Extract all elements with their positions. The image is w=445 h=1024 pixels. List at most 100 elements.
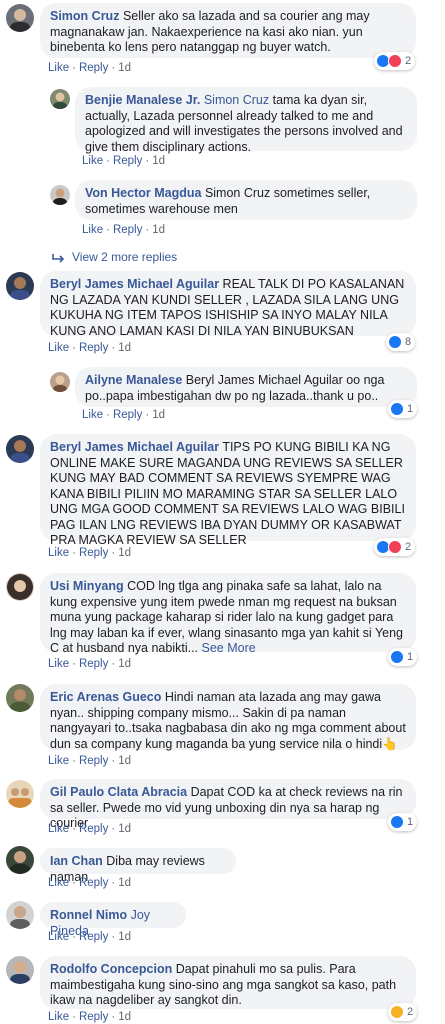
comment-bubble: Von Hector Magdua Simon Cruz sometimes s… <box>75 180 417 220</box>
comment-time[interactable]: 1d <box>118 547 131 559</box>
comment-author[interactable]: Ian Chan <box>50 854 103 868</box>
avatar[interactable] <box>6 901 34 929</box>
comment-bubble: Beryl James Michael Aguilar REAL TALK DI… <box>40 271 416 338</box>
like-button[interactable]: Like <box>48 658 69 670</box>
like-button[interactable]: Like <box>48 1011 69 1023</box>
comment-author[interactable]: Beryl James Michael Aguilar <box>50 277 219 291</box>
like-button[interactable]: Like <box>48 547 69 559</box>
avatar-image <box>53 188 67 205</box>
reaction-count[interactable]: 2 <box>374 538 416 556</box>
comment-author[interactable]: Benjie Manalese Jr. <box>85 93 200 107</box>
avatar[interactable] <box>6 846 34 874</box>
comment-time[interactable]: 1d <box>118 755 131 767</box>
reply-button[interactable]: Reply <box>79 823 108 835</box>
comment-author[interactable]: Ailyne Manalese <box>85 373 182 387</box>
like-reaction-icon <box>390 650 404 664</box>
reaction-count[interactable]: 1 <box>388 648 418 666</box>
avatar-image <box>10 906 30 929</box>
like-button[interactable]: Like <box>82 409 103 421</box>
like-reaction-icon <box>388 335 402 349</box>
comment-time[interactable]: 1d <box>118 1011 131 1023</box>
avatar-image <box>53 375 67 392</box>
like-button[interactable]: Like <box>48 877 69 889</box>
like-button[interactable]: Like <box>48 342 69 354</box>
comment-author[interactable]: Simon Cruz <box>50 9 119 23</box>
avatar[interactable] <box>6 573 34 601</box>
like-reaction-icon <box>390 815 404 829</box>
comment-time[interactable]: 1d <box>152 409 165 421</box>
reply-button[interactable]: Reply <box>79 1011 108 1023</box>
comment-author[interactable]: Usi Minyang <box>50 579 124 593</box>
like-button[interactable]: Like <box>82 155 103 167</box>
reply-button[interactable]: Reply <box>113 155 142 167</box>
like-button[interactable]: Like <box>48 823 69 835</box>
avatar[interactable] <box>50 185 70 205</box>
comment-bubble: Benjie Manalese Jr. Simon Cruz tama ka d… <box>75 87 417 154</box>
comment-bubble: Ailyne Manalese Beryl James Michael Agui… <box>75 367 417 407</box>
view-more-replies-link[interactable]: View 2 more replies <box>52 250 177 264</box>
reply-button[interactable]: Reply <box>79 658 108 670</box>
reply-button[interactable]: Reply <box>113 224 142 236</box>
comment-bubble: Rodolfo Concepcion Dapat pinahuli mo sa … <box>40 956 416 1009</box>
avatar-image <box>10 689 30 712</box>
comment-time[interactable]: 1d <box>118 62 131 74</box>
like-button[interactable]: Like <box>82 224 103 236</box>
avatar[interactable] <box>6 684 34 712</box>
reply-button[interactable]: Reply <box>79 547 108 559</box>
see-more-link[interactable]: See More <box>202 641 256 655</box>
comment-bubble: Ronnel Nimo Joy Pineda <box>40 902 186 938</box>
avatar[interactable] <box>50 89 70 109</box>
avatar-image <box>10 961 30 984</box>
comment-time[interactable]: 1d <box>118 823 131 835</box>
comment-bubble: Beryl James Michael Aguilar TIPS PO KUNG… <box>40 434 416 547</box>
avatar-image <box>10 851 30 874</box>
love-reaction-icon <box>388 540 402 554</box>
comment-time[interactable]: 1d <box>118 931 131 943</box>
reaction-count[interactable]: 8 <box>386 333 416 351</box>
avatar-image <box>10 440 30 463</box>
comment-text: TIPS PO KUNG BIBILI KA NG ONLINE MAKE SU… <box>50 440 405 547</box>
comment-author[interactable]: Beryl James Michael Aguilar <box>50 440 219 454</box>
like-reaction-icon <box>390 402 404 416</box>
like-button[interactable]: Like <box>48 62 69 74</box>
reaction-count[interactable]: 1 <box>388 400 418 418</box>
comment-author[interactable]: Rodolfo Concepcion <box>50 962 172 976</box>
avatar[interactable] <box>6 435 34 463</box>
avatar-image <box>10 9 30 32</box>
avatar[interactable] <box>6 780 34 808</box>
reply-arrow-icon <box>52 253 65 263</box>
reply-button[interactable]: Reply <box>79 755 108 767</box>
comment-time[interactable]: 1d <box>118 342 131 354</box>
comment-bubble: Usi Minyang COD lng tlga ang pinaka safe… <box>40 573 416 655</box>
reaction-count[interactable]: 2 <box>374 52 416 70</box>
like-button[interactable]: Like <box>48 931 69 943</box>
avatar[interactable] <box>6 956 34 984</box>
reaction-count[interactable]: 2 <box>388 1003 418 1021</box>
comment-bubble: Ian Chan Diba may reviews naman <box>40 848 236 884</box>
reply-button[interactable]: Reply <box>79 931 108 943</box>
like-button[interactable]: Like <box>48 755 69 767</box>
comment-author[interactable]: Ronnel Nimo <box>50 908 127 922</box>
love-reaction-icon <box>388 54 402 68</box>
avatar-image <box>7 574 33 600</box>
comment-time[interactable]: 1d <box>152 155 165 167</box>
reply-button[interactable]: Reply <box>79 877 108 889</box>
mention-link[interactable]: Simon Cruz <box>204 93 269 107</box>
comment-time[interactable]: 1d <box>118 658 131 670</box>
comment-time[interactable]: 1d <box>118 877 131 889</box>
avatar-image <box>53 92 67 109</box>
comment-author[interactable]: Eric Arenas Gueco <box>50 690 161 704</box>
reply-button[interactable]: Reply <box>79 62 108 74</box>
comment-author[interactable]: Gil Paulo Clata Abracia <box>50 785 187 799</box>
comment-bubble: Gil Paulo Clata Abracia Dapat COD ka at … <box>40 779 416 830</box>
reply-button[interactable]: Reply <box>79 342 108 354</box>
reaction-count[interactable]: 1 <box>388 813 418 831</box>
avatar[interactable] <box>6 272 34 300</box>
comment-time[interactable]: 1d <box>152 224 165 236</box>
avatar[interactable] <box>50 372 70 392</box>
comment-author[interactable]: Von Hector Magdua <box>85 186 201 200</box>
avatar[interactable] <box>6 4 34 32</box>
reply-button[interactable]: Reply <box>113 409 142 421</box>
avatar-image <box>10 277 30 300</box>
comment-bubble: Simon Cruz Seller ako sa lazada and sa c… <box>40 3 416 58</box>
